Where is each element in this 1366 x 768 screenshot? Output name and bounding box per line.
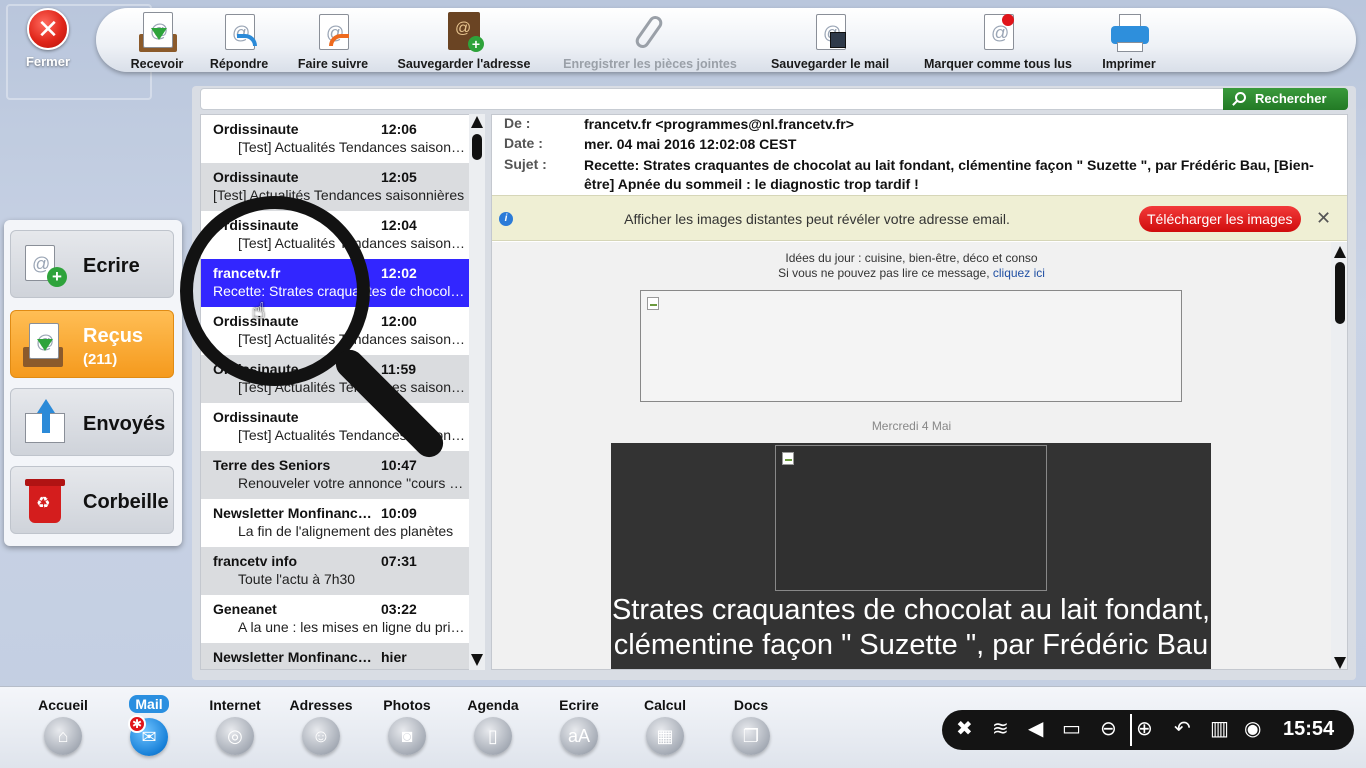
mail-list-scrollbar[interactable] xyxy=(469,114,485,670)
camera-icon: ◙ xyxy=(388,717,426,755)
settings-tools-icon[interactable]: ✖ xyxy=(956,716,973,741)
broken-image-icon xyxy=(782,452,794,465)
sidebar-item-sent[interactable]: Envoyés xyxy=(10,388,174,456)
list-item[interactable]: Ordissinaute 12:06 [Test] Actualités Ten… xyxy=(201,115,469,163)
inbox-count: (211) xyxy=(83,351,118,368)
broken-image-icon xyxy=(647,297,659,310)
scrollbar-thumb[interactable] xyxy=(1335,262,1345,324)
dock-item-docs[interactable]: Docs ❐ xyxy=(716,697,786,755)
receive-button[interactable]: @ Recevoir xyxy=(126,8,188,72)
calculator-icon: ▦ xyxy=(646,717,684,755)
mail-view: De : francetv.fr <programmes@nl.francetv… xyxy=(491,114,1348,670)
list-item[interactable]: Newsletter Monfinancier 10:09 La fin de … xyxy=(201,499,469,547)
mark-all-read-button[interactable]: @ Marquer comme tous lus xyxy=(918,8,1078,72)
volume-icon[interactable]: ◀ xyxy=(1028,716,1043,741)
battery-icon[interactable]: ▭ xyxy=(1062,716,1081,741)
trash-icon: ♻ xyxy=(21,477,67,525)
save-mail-button[interactable]: @ Sauvegarder le mail xyxy=(764,8,896,72)
close-notice-icon[interactable]: ✕ xyxy=(1316,208,1331,229)
home-icon: ⌂ xyxy=(44,717,82,755)
image-placeholder xyxy=(640,290,1182,402)
folder-sidebar: @ + Ecrire @ Reçus (211) Envoyés ♻ Corbe… xyxy=(4,220,182,546)
zoom-in-icon[interactable]: ⊕ xyxy=(1136,716,1153,741)
dock-item-photos[interactable]: Photos ◙ xyxy=(372,697,442,755)
dock-item-write[interactable]: Ecrire aA xyxy=(544,697,614,755)
search-button[interactable]: Rechercher xyxy=(1223,88,1348,110)
tray-divider xyxy=(1130,714,1132,746)
zoom-out-icon[interactable]: ⊖ xyxy=(1100,716,1117,741)
sidebar-item-inbox[interactable]: @ Reçus (211) xyxy=(10,310,174,378)
mail-list: Ordissinaute 12:06 [Test] Actualités Ten… xyxy=(200,114,470,670)
image-placeholder xyxy=(775,445,1047,591)
list-item[interactable]: Terre des Seniors 10:47 Renouveler votre… xyxy=(201,451,469,499)
sent-icon xyxy=(21,399,67,447)
trash-tray-icon[interactable]: ▥ xyxy=(1210,716,1229,741)
reply-icon: @ xyxy=(219,12,259,54)
scroll-down-icon[interactable] xyxy=(1334,657,1346,669)
dock-item-calc[interactable]: Calcul ▦ xyxy=(630,697,700,755)
dock-item-mail[interactable]: Mail ✉ ✱ xyxy=(114,695,184,756)
unread-badge-icon: ✱ xyxy=(128,715,146,733)
close-button[interactable]: ✕ Fermer xyxy=(18,8,78,72)
printer-icon xyxy=(1109,12,1149,54)
newsletter-feature: Strates craquantes de chocolat au lait f… xyxy=(611,443,1211,669)
paperclip-icon xyxy=(630,12,670,54)
newsletter-headline[interactable]: Strates craquantes de chocolat au lait f… xyxy=(611,593,1211,663)
sidebar-item-trash[interactable]: ♻ Corbeille xyxy=(10,466,174,534)
documents-icon: ❐ xyxy=(732,717,770,755)
reply-button[interactable]: @ Répondre xyxy=(206,8,272,72)
dock-item-agenda[interactable]: Agenda ▯ xyxy=(458,697,528,755)
sidebar-item-write[interactable]: @ + Ecrire xyxy=(10,230,174,298)
save-mail-icon: @ xyxy=(810,12,850,54)
mark-read-icon: @ xyxy=(978,12,1018,54)
text-icon: aA xyxy=(560,717,598,755)
search-input[interactable] xyxy=(200,88,1348,110)
scroll-down-icon[interactable] xyxy=(471,654,483,666)
mail-body: Idées du jour : cuisine, bien-être, déco… xyxy=(492,242,1331,669)
from-value: francetv.fr <programmes@nl.francetv.fr> xyxy=(584,116,854,132)
view-online-link[interactable]: cliquez ici xyxy=(993,266,1045,280)
inbox-icon: @ xyxy=(21,321,67,369)
agenda-icon: ▯ xyxy=(474,717,512,755)
print-button[interactable]: Imprimer xyxy=(1096,8,1162,72)
save-attachments-button[interactable]: Enregistrer les pièces jointes xyxy=(558,8,742,72)
wifi-icon[interactable]: ≋ xyxy=(992,716,1009,741)
remote-images-notice: i Afficher les images distantes peut rév… xyxy=(492,195,1347,241)
system-tray: ✖ ≋ ◀ ▭ ⊖ ⊕ ↶ ▥ ◉ 15:54 xyxy=(942,710,1354,750)
forward-button[interactable]: @ Faire suivre xyxy=(292,8,374,72)
scrollbar-thumb[interactable] xyxy=(472,134,482,160)
scroll-up-icon[interactable] xyxy=(471,116,483,128)
mail-view-scrollbar[interactable] xyxy=(1331,242,1347,669)
from-label: De : xyxy=(504,115,531,131)
list-item[interactable]: Geneanet 03:22 A la une : les mises en l… xyxy=(201,595,469,643)
mail-toolbar: @ Recevoir @ Répondre @ Faire suivre @ +… xyxy=(96,8,1356,72)
dock-item-addresses[interactable]: Adresses ☺ xyxy=(286,697,356,755)
close-icon: ✕ xyxy=(27,8,69,50)
subject-value: Recette: Strates craquantes de chocolat … xyxy=(584,157,1314,192)
help-lifebuoy-icon[interactable]: ◉ xyxy=(1244,716,1261,741)
hand-cursor-icon: ☝ xyxy=(252,298,266,323)
scroll-up-icon[interactable] xyxy=(1334,246,1346,258)
contacts-icon: ☺ xyxy=(302,717,340,755)
download-images-button[interactable]: Télécharger les images xyxy=(1139,206,1301,232)
date-value: mer. 04 mai 2016 12:02:08 CEST xyxy=(584,136,797,152)
list-item[interactable]: Newsletter Monfinancier hier xyxy=(201,643,469,669)
write-mail-icon: @ + xyxy=(21,241,67,289)
dock-item-home[interactable]: Accueil ⌂ xyxy=(28,697,98,755)
globe-icon: ◎ xyxy=(216,717,254,755)
dock-item-internet[interactable]: Internet ◎ xyxy=(200,697,270,755)
subject-label: Sujet : xyxy=(504,156,547,172)
receive-icon: @ xyxy=(137,12,177,54)
date-label: Date : xyxy=(504,135,543,151)
address-book-icon: @ + xyxy=(444,12,484,54)
save-address-button[interactable]: @ + Sauvegarder l'adresse xyxy=(392,8,536,72)
undo-icon[interactable]: ↶ xyxy=(1174,716,1191,741)
forward-icon: @ xyxy=(313,12,353,54)
clock: 15:54 xyxy=(1283,718,1335,740)
list-item[interactable]: francetv info 07:31 Toute l'actu à 7h30 xyxy=(201,547,469,595)
close-label: Fermer xyxy=(25,54,71,69)
search-icon xyxy=(1235,92,1246,103)
